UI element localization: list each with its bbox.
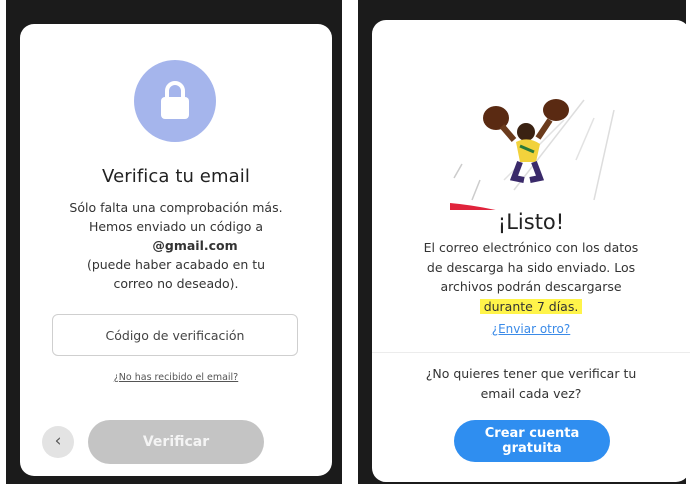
cheering-character-illustration [444,40,624,210]
prompt-line: email cada vez? [480,386,582,401]
verify-title: Verifica tu email [102,166,250,187]
button-label-line: gratuita [502,441,562,456]
highlighted-duration: durante 7 días. [479,298,583,314]
prompt-line: ¿No quieres tener que verificar tu [425,366,637,381]
verify-email-card: Verifica tu email Sólo falta una comprob… [20,24,332,476]
masked-email: @gmail.com [152,238,238,253]
lock-badge [134,60,216,142]
verify-button[interactable]: Verificar [88,420,264,464]
message-line: de descarga ha sido enviado. Los [426,259,636,275]
button-label-line: Crear cuenta [484,426,580,441]
back-button[interactable]: ‹ [42,426,74,458]
message-line: archivos podrán descargarse [440,279,622,294]
lock-icon [161,81,189,119]
success-message: El correo electrónico con los datos de d… [386,238,676,316]
verification-code-input[interactable] [52,314,298,356]
instruction-line: Sólo falta una comprobación más. [69,200,283,215]
create-free-account-button[interactable]: Crear cuenta gratuita [454,420,610,462]
success-card: ¡Listo! El correo electrónico con los da… [372,20,690,482]
success-title: ¡Listo! [497,210,565,234]
instruction-line: Hemos enviado un código a [88,219,264,234]
send-another-link[interactable]: ¿Enviar otro? [372,322,690,336]
instruction-line: correo no deseado). [113,276,239,291]
chevron-left-icon: ‹ [54,431,62,451]
account-prompt: ¿No quieres tener que verificar tu email… [392,364,670,404]
instruction-line: (puede haber acabado en tu [86,257,266,272]
no-email-received-link[interactable]: ¿No has recibido el email? [20,372,332,383]
verify-instructions: Sólo falta una comprobación más. Hemos e… [42,198,310,293]
message-line: El correo electrónico con los datos [423,240,639,255]
divider [372,352,690,353]
